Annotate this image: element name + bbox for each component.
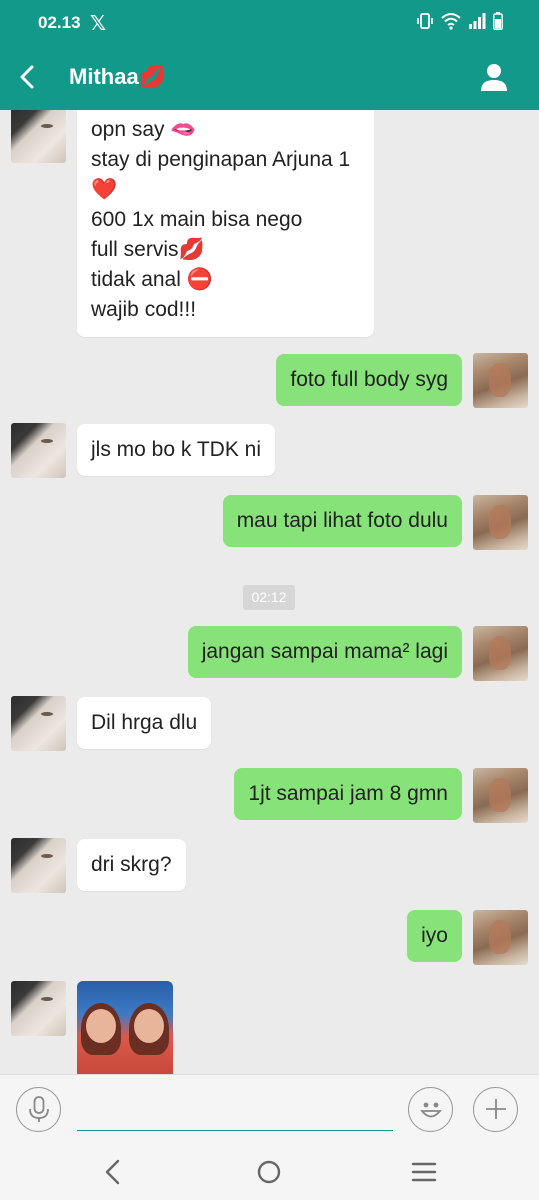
status-icons [416,12,503,30]
contact-avatar[interactable] [11,696,66,751]
nav-back-icon[interactable] [95,1154,131,1190]
time-divider: 02:12 [243,585,295,610]
outgoing-message[interactable]: jangan sampai mama² lagi [187,626,462,678]
microphone-icon[interactable] [16,1087,61,1132]
message-line: opn say 🫦 [91,118,197,141]
my-avatar[interactable] [473,495,528,550]
message-line: full servis💋 [91,238,205,261]
nav-recents-icon[interactable] [406,1154,442,1190]
person-icon[interactable] [479,60,509,94]
incoming-message[interactable]: dri skrg? [77,839,186,891]
x-app-icon: 𝕏 [90,13,107,35]
image-message[interactable] [77,981,173,1074]
signal-icon [469,13,486,29]
my-avatar[interactable] [473,353,528,408]
incoming-message[interactable]: opn say 🫦 stay di penginapan Arjuna 1 ❤️… [77,110,374,337]
message-line: ❤️ [91,178,118,201]
nav-home-icon[interactable] [251,1154,287,1190]
back-arrow-icon[interactable] [14,60,44,94]
my-avatar[interactable] [473,626,528,681]
plus-icon[interactable] [473,1087,518,1132]
incoming-message[interactable]: Dil hrga dlu [77,697,212,749]
status-time: 02.13 [38,13,81,32]
my-avatar[interactable] [473,910,528,965]
message-line: 600 1x main bisa nego [91,208,303,231]
battery-icon [493,12,503,30]
my-avatar[interactable] [473,768,528,823]
message-line: tidak anal ⛔ [91,268,213,291]
contact-avatar[interactable] [11,423,66,478]
wifi-icon [441,13,461,30]
outgoing-message[interactable]: mau tapi lihat foto dulu [222,495,462,547]
contact-avatar[interactable] [11,981,66,1036]
photo-face [134,1009,164,1043]
outgoing-message[interactable]: iyo [407,910,462,962]
message-line: wajib cod!!! [91,298,197,321]
photo-face [86,1009,116,1043]
smiley-icon[interactable] [408,1087,453,1132]
app-header: 02.13 𝕏 Mithaa💋 [0,0,539,110]
chat-area[interactable]: opn say 🫦 stay di penginapan Arjuna 1 ❤️… [0,110,539,1074]
system-nav-bar [0,1142,539,1200]
message-line: stay di penginapan Arjuna 1 [91,148,351,171]
contact-avatar[interactable] [11,110,66,163]
message-input[interactable] [77,1089,393,1131]
outgoing-message[interactable]: 1jt sampai jam 8 gmn [234,768,462,820]
contact-avatar[interactable] [11,838,66,893]
incoming-message[interactable]: jls mo bo k TDK ni [77,424,275,476]
message-composer [0,1074,539,1142]
outgoing-message[interactable]: foto full body syg [276,354,462,406]
vibrate-icon [417,13,433,29]
contact-name[interactable]: Mithaa💋 [69,64,166,90]
